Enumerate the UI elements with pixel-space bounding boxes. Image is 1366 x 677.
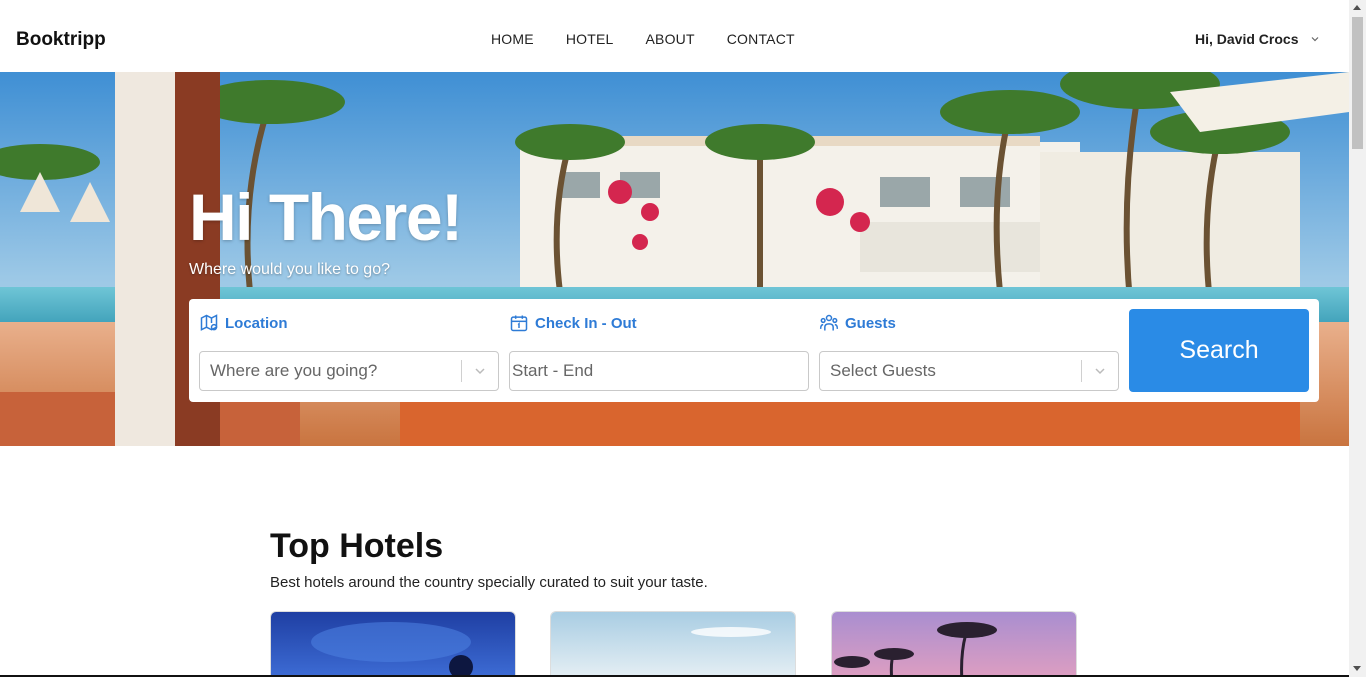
location-placeholder: Where are you going? xyxy=(210,361,378,380)
chevron-down-icon[interactable] xyxy=(1082,364,1118,378)
users-icon xyxy=(819,314,839,331)
hotel-card[interactable] xyxy=(550,611,796,677)
search-form: Location Where are you going? Check In -… xyxy=(189,299,1319,402)
guests-label-row: Guests xyxy=(819,311,1119,335)
nav-hotel[interactable]: HOTEL xyxy=(566,31,614,47)
dates-input[interactable]: Start - End xyxy=(509,351,809,391)
search-button[interactable]: Search xyxy=(1129,309,1309,392)
scroll-down-icon[interactable] xyxy=(1353,666,1361,671)
calendar-icon xyxy=(510,315,528,332)
top-hotels-subtitle: Best hotels around the country specially… xyxy=(270,574,708,591)
guests-placeholder: Select Guests xyxy=(830,361,936,380)
hotel-card[interactable] xyxy=(831,611,1077,677)
guests-field: Guests Select Guests xyxy=(819,311,1119,391)
hotel-card-image xyxy=(271,612,515,677)
hotel-card-image xyxy=(551,612,795,677)
location-field: Location Where are you going? xyxy=(199,311,499,391)
top-header: Booktripp HOME HOTEL ABOUT CONTACT Hi, D… xyxy=(0,0,1349,72)
map-pin-icon xyxy=(200,314,218,331)
location-label: Location xyxy=(225,314,288,332)
brand-logo[interactable]: Booktripp xyxy=(16,29,106,51)
hotel-card-image xyxy=(832,612,1076,677)
user-menu[interactable]: Hi, David Crocs xyxy=(1195,31,1320,47)
chevron-down-icon xyxy=(1312,37,1319,42)
hero-subtitle: Where would you like to go? xyxy=(189,261,390,278)
hotel-card[interactable] xyxy=(270,611,516,677)
hero-title: Hi There! xyxy=(189,180,463,254)
location-label-row: Location xyxy=(199,311,499,335)
dates-field: Check In - Out Start - End xyxy=(509,311,809,391)
scroll-up-icon[interactable] xyxy=(1353,5,1361,10)
nav-about[interactable]: ABOUT xyxy=(646,31,695,47)
nav-home[interactable]: HOME xyxy=(491,31,534,47)
vertical-scrollbar[interactable] xyxy=(1349,0,1366,677)
main-nav: HOME HOTEL ABOUT CONTACT xyxy=(491,31,827,47)
nav-contact[interactable]: CONTACT xyxy=(727,31,795,47)
dates-label-row: Check In - Out xyxy=(509,311,809,335)
dates-label: Check In - Out xyxy=(535,314,637,332)
top-hotels-title: Top Hotels xyxy=(270,527,444,565)
location-select[interactable]: Where are you going? xyxy=(199,351,499,391)
user-greeting: Hi, David Crocs xyxy=(1195,31,1299,47)
guests-label: Guests xyxy=(845,314,896,332)
chevron-down-icon[interactable] xyxy=(462,364,498,378)
dates-placeholder: Start - End xyxy=(512,361,594,380)
scrollbar-thumb[interactable] xyxy=(1352,17,1363,149)
guests-select[interactable]: Select Guests xyxy=(819,351,1119,391)
hero-banner: Hi There! Where would you like to go? Lo… xyxy=(0,72,1349,446)
